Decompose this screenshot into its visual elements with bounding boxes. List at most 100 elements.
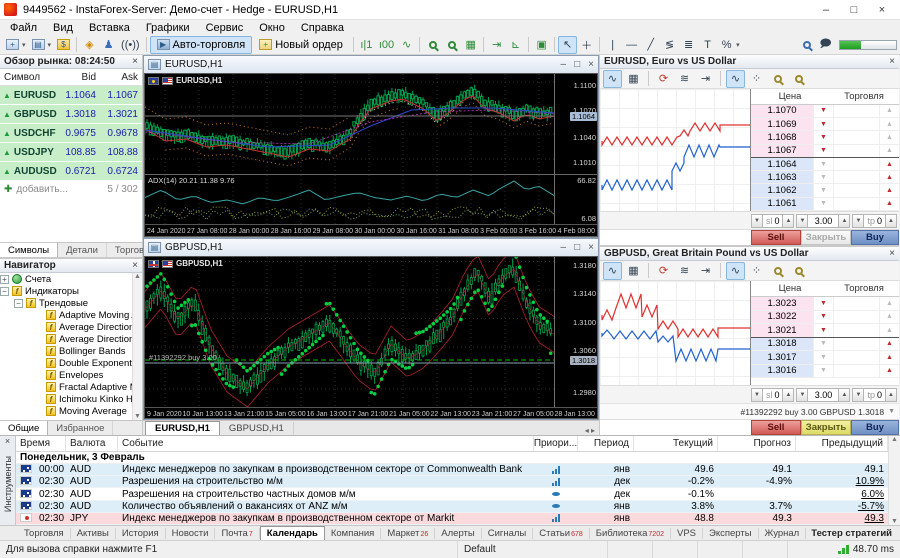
sell-step-icon[interactable]: ▼ <box>813 131 833 143</box>
sell-step-icon[interactable]: ▼ <box>813 105 833 117</box>
channels-icon[interactable]: ≣ <box>679 36 698 54</box>
close-button[interactable]: Закрыть <box>801 230 851 245</box>
tab-trade[interactable]: Торговля <box>18 528 71 539</box>
symbol-row-eurusd[interactable]: ▲EURUSD 1.10641.1067 <box>0 86 142 105</box>
ladder-sell-row[interactable]: 1.3021▼▲ <box>751 324 899 338</box>
tab-codebase[interactable]: Библиотека7202 <box>590 528 671 539</box>
dom-zoom-in-icon[interactable] <box>768 262 787 280</box>
zoom-in-icon[interactable] <box>423 36 442 54</box>
gbpusd-price-pane[interactable]: GBPUSD,H1 1.3180 1.3140 1.3100 1.3060 1.… <box>145 257 597 407</box>
dom-zoom-out-icon[interactable] <box>789 70 808 88</box>
col-bid[interactable]: Bid <box>58 72 100 83</box>
export-icon[interactable]: ⇥ <box>696 70 715 88</box>
chat-icon[interactable]: 🗩 <box>816 36 835 54</box>
menu-charts[interactable]: Графики <box>138 22 198 34</box>
chart-tab-scroll-left-icon[interactable]: ◂ <box>585 426 589 435</box>
buy-step-icon[interactable]: ▲ <box>879 131 899 143</box>
orders-book-icon[interactable]: ≋ <box>675 262 694 280</box>
tree-item-indicator[interactable]: fFractal Adaptive Mo <box>0 381 142 393</box>
new-order-button[interactable]: +Новый ордер <box>252 36 350 54</box>
col-symbol[interactable]: Символ <box>0 72 58 83</box>
tree-item-indicator[interactable]: fMoving Average <box>0 405 142 417</box>
col-forecast[interactable]: Прогноз <box>718 436 796 451</box>
tab-favorites[interactable]: Избранное <box>48 421 113 435</box>
ladder-buy-row[interactable]: 1.1062▼▲ <box>751 184 899 197</box>
tick-line-icon[interactable]: ∿ <box>726 262 745 280</box>
sell-button[interactable]: Sell <box>751 230 801 245</box>
col-event[interactable]: Событие <box>118 436 534 451</box>
sell-step-icon[interactable]: ▼ <box>813 171 833 183</box>
menu-help[interactable]: Справка <box>293 22 352 34</box>
bars-chart-icon[interactable]: ı|1 <box>357 36 376 54</box>
sell-step-icon[interactable]: ▼ <box>813 324 833 337</box>
minimize-button[interactable]: – <box>812 4 840 16</box>
horizontal-line-icon[interactable]: — <box>622 36 641 54</box>
buy-step-icon[interactable]: ▲ <box>879 338 899 351</box>
chart-minimize-icon[interactable]: – <box>561 242 567 253</box>
gbpusd-position-row[interactable]: #11392292 buy 3.00 GBPUSD 1.3018 ▼ <box>600 403 899 419</box>
dom-close-icon[interactable]: × <box>889 248 895 259</box>
tab-company[interactable]: Компания <box>325 528 381 539</box>
close-position-button[interactable]: Закрыть <box>801 420 851 435</box>
cursor-icon[interactable]: ↖ <box>558 36 577 54</box>
calendar-scrollbar[interactable]: ▲▼ <box>888 436 900 525</box>
tab-experts[interactable]: Эксперты <box>703 528 759 539</box>
tick-chart-mode-icon[interactable]: ∿ <box>603 262 622 280</box>
tab-mail[interactable]: Почта7 <box>215 528 259 539</box>
tick-line-icon[interactable]: ∿ <box>726 70 745 88</box>
menu-insert[interactable]: Вставка <box>81 22 138 34</box>
chart-close-icon[interactable]: × <box>588 242 594 253</box>
buy-step-icon[interactable]: ▲ <box>879 105 899 117</box>
text-label-icon[interactable]: T <box>698 36 717 54</box>
eurusd-chart-titlebar[interactable]: ▤ EURUSD,H1 –□× <box>144 56 598 73</box>
tab-signals[interactable]: Сигналы <box>482 528 534 539</box>
trendline-icon[interactable]: ╱ <box>641 36 660 54</box>
community-icon[interactable]: ♟ <box>99 36 118 54</box>
menu-file[interactable]: Файл <box>2 22 45 34</box>
ladder-buy-row[interactable]: 1.1064▼▲ <box>751 158 899 171</box>
tile-windows-icon[interactable]: ▦ <box>461 36 480 54</box>
calendar-row[interactable]: 00:00 AUD Индекс менеджеров по закупкам … <box>16 464 888 476</box>
buy-step-icon[interactable]: ▲ <box>879 184 899 196</box>
search-icon[interactable] <box>797 36 816 54</box>
tp-stepper[interactable]: ▼tp0▲ <box>852 388 897 402</box>
buy-step-icon[interactable]: ▲ <box>879 171 899 183</box>
ladder-buy-row[interactable]: 1.3017▼▲ <box>751 351 899 365</box>
toolbox-close-icon[interactable]: × <box>5 436 10 450</box>
buy-step-icon[interactable]: ▲ <box>879 145 899 157</box>
tp-stepper[interactable]: ▼tp0▲ <box>852 214 897 228</box>
tick-group-icon[interactable]: ⁘ <box>747 70 766 88</box>
tab-details[interactable]: Детали <box>58 243 107 257</box>
sell-step-icon[interactable]: ▼ <box>813 198 833 210</box>
tab-vps[interactable]: VPS <box>671 528 703 539</box>
tree-item-accounts[interactable]: +Счета <box>0 273 142 285</box>
tree-item-indicator[interactable]: fBollinger Bands <box>0 345 142 357</box>
status-ping[interactable]: 48.70 ms <box>788 541 900 558</box>
calendar-row[interactable]: 02:30 AUD Количество объявлений о ваканс… <box>16 501 888 513</box>
symbol-row-usdjpy[interactable]: ▲USDJPY 108.85108.88 <box>0 143 142 162</box>
signals-icon[interactable]: ((•)) <box>118 36 143 54</box>
navigator-close-icon[interactable]: × <box>132 260 138 271</box>
symbol-row-gbpusd[interactable]: ▲GBPUSD 1.30181.3021 <box>0 105 142 124</box>
sl-stepper[interactable]: ▼sl0▲ <box>751 388 795 402</box>
tree-item-indicator[interactable]: fAverage Directional <box>0 321 142 333</box>
tree-item-indicator[interactable]: fIchimoku Kinko Hyo <box>0 393 142 405</box>
col-time[interactable]: Время <box>16 436 66 451</box>
sell-step-icon[interactable]: ▼ <box>813 365 833 378</box>
eurusd-adx-pane[interactable]: ADX(14) 20.21 11.38 9.76 66.82 6.08 <box>145 174 597 224</box>
tick-group-icon[interactable]: ⁘ <box>747 262 766 280</box>
line-chart-icon[interactable]: ∿ <box>397 36 416 54</box>
auto-scroll-icon[interactable]: ⊾ <box>506 36 525 54</box>
ladder-sell-row[interactable]: 1.1069▼▲ <box>751 118 899 131</box>
dom-zoom-in-icon[interactable] <box>768 70 787 88</box>
tab-assets[interactable]: Активы <box>71 528 116 539</box>
calendar-row[interactable]: 02:30 AUD Разрешения на строительство м/… <box>16 476 888 488</box>
candles-chart-icon[interactable]: ı00 <box>376 36 397 54</box>
chart-maximize-icon[interactable]: □ <box>574 59 580 70</box>
col-priority[interactable]: Приори... <box>534 436 578 451</box>
tab-articles[interactable]: Статьи678 <box>533 528 589 539</box>
depth-of-market-icon[interactable]: ▦ <box>624 262 643 280</box>
buy-step-icon[interactable]: ▲ <box>879 297 899 310</box>
tab-news[interactable]: Новости <box>166 528 216 539</box>
col-period[interactable]: Период <box>578 436 634 451</box>
